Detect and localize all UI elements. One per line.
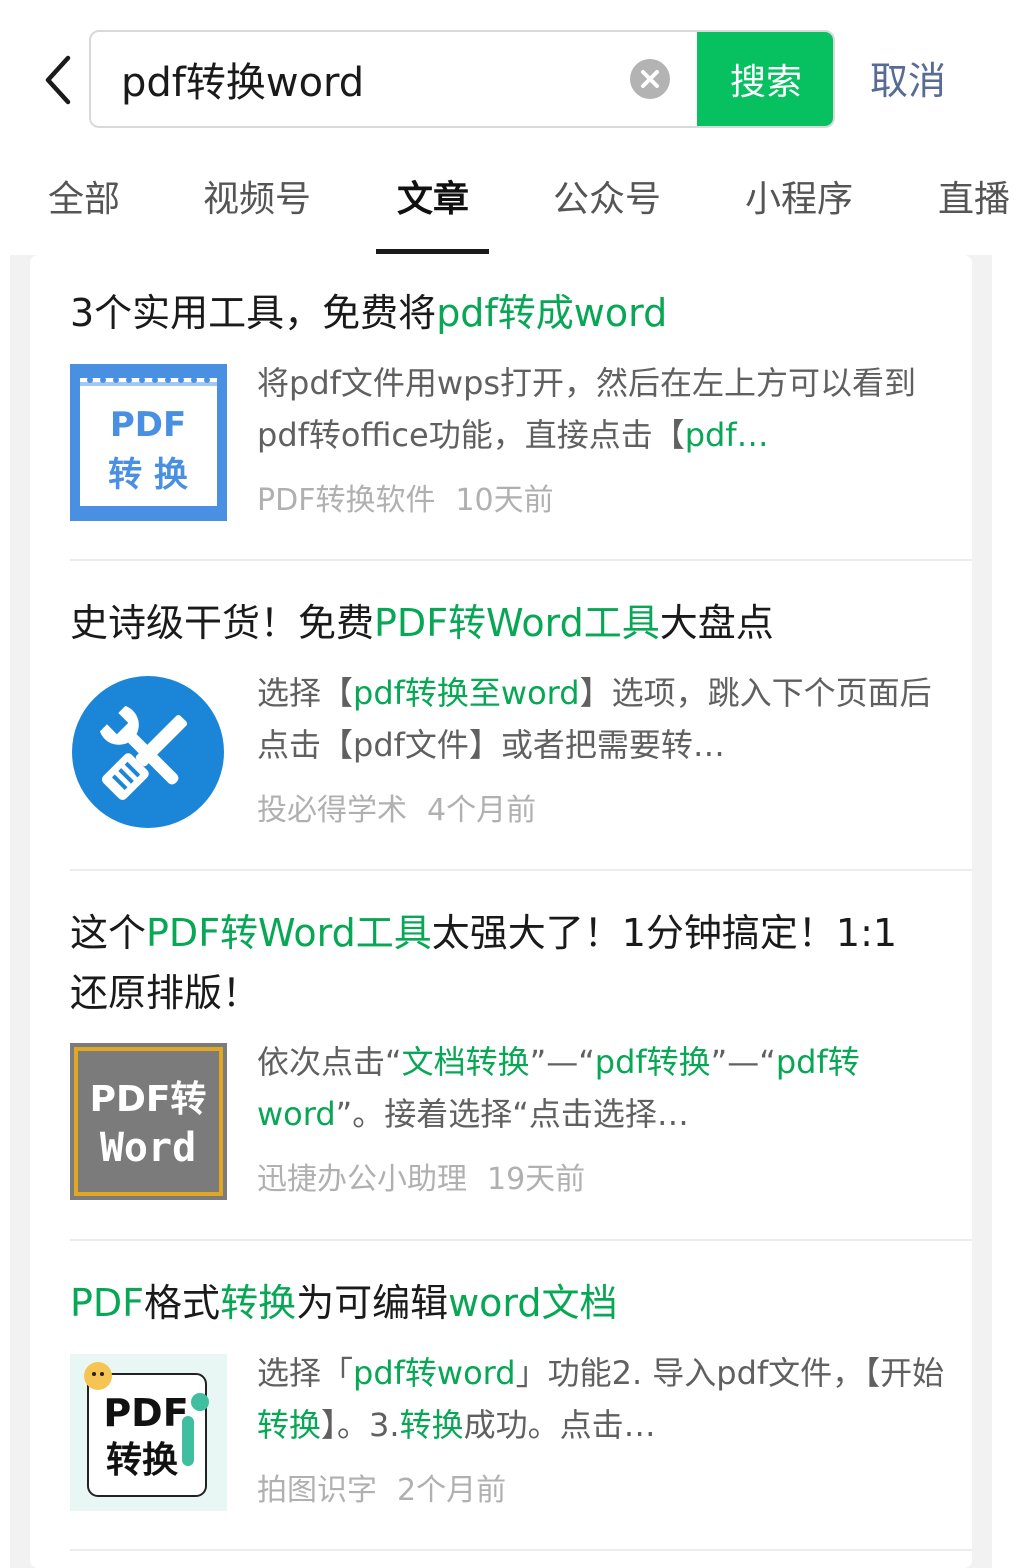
desc-text: 」功能2. 导入pdf文件，【开始 [515,1354,945,1392]
title-highlight: PDF [70,1281,145,1325]
thumb-text: 转换 [106,1440,178,1481]
active-tab-indicator [376,249,489,254]
tools-icon [72,676,224,828]
tab-official-accounts[interactable]: 公众号 [553,170,661,222]
search-input[interactable] [121,32,641,126]
search-header: 搜索 取消 [0,0,1022,150]
thumb-text: PDF [103,1391,188,1435]
pdf-to-word-thumbnail-icon: PDF转 Word [70,1043,227,1200]
title-text: 史诗级干货！免费 [70,601,375,645]
title-highlight: PDF转Word工具 [374,601,660,645]
source-name: 投必得学术 [257,793,407,828]
thumbnail: PDF转 Word [70,1043,227,1200]
desc-highlight: 转换 [399,1406,464,1444]
pdf-convert-thumbnail-icon: PDF 转 换 [70,364,227,521]
divider [70,869,972,871]
source-name: PDF转换软件 [257,483,436,518]
result-meta: PDF转换软件 10天前 [257,475,947,519]
desc-text: 选择「 [257,1354,354,1392]
thumb-text: 转 换 [108,455,188,495]
result-meta: 投必得学术 4个月前 [257,785,947,829]
result-desc: 将pdf文件用wps打开，然后在左上方可以看到pdf转office功能，直接点击… [257,357,947,461]
list-item[interactable]: 这个PDF转Word工具太强大了！1分钟搞定！1:1还原排版！ PDF转 Wor… [70,903,972,1200]
result-desc: 依次点击“文档转换”—“pdf转换”—“pdf转word”。接着选择“点击选择… [257,1036,947,1140]
title-highlight: PDF转Word工具 [146,911,432,955]
desc-text: ”—“ [529,1043,595,1081]
cancel-button[interactable]: 取消 [870,50,946,105]
desc-text: 将pdf文件用wps打开，然后在左上方可以看到pdf转office功能，直接点击… [257,364,917,454]
tab-articles[interactable]: 文章 [397,170,469,222]
divider [70,559,972,561]
result-meta: 迅捷办公小助理 19天前 [257,1154,947,1198]
timestamp: 10天前 [455,483,554,518]
source-name: 拍图识字 [257,1473,377,1508]
result-body: 选择「pdf转word」功能2. 导入pdf文件，【开始转换】。3.转换成功。点… [257,1347,947,1509]
title-highlight: 转换 [220,1281,297,1325]
tab-channels[interactable]: 视频号 [203,170,311,222]
close-icon [641,70,659,88]
clear-button[interactable] [630,59,670,99]
desc-highlight: 文档转换 [401,1043,530,1081]
category-tabs: 全部 视频号 文章 公众号 小程序 直播 [0,150,1022,255]
result-title: 史诗级干货！免费PDF转Word工具大盘点 [70,593,972,653]
list-item[interactable]: 3个实用工具，免费将pdf转成word PDF 转 换 将pdf文件用wps打开… [70,283,972,521]
title-highlight: pdf转成word [436,291,668,335]
results-list: 3个实用工具，免费将pdf转成word PDF 转 换 将pdf文件用wps打开… [30,255,972,1568]
desc-highlight: 转换 [257,1406,322,1444]
result-body: 依次点击“文档转换”—“pdf转换”—“pdf转word”。接着选择“点击选择…… [257,1036,947,1198]
title-highlight: word文档 [448,1281,618,1325]
list-item[interactable]: 史诗级干货！免费PDF转Word工具大盘点 选择【pdf转换至word】选项，跳… [70,593,972,828]
timestamp: 19天前 [487,1162,586,1197]
timestamp: 4个月前 [427,793,537,828]
result-title: PDF格式转换为可编辑word文档 [70,1273,972,1333]
search-button[interactable]: 搜索 [697,32,833,126]
thumbnail: PDF 转换 [70,1354,227,1511]
timestamp: 2个月前 [397,1473,507,1508]
divider [70,1549,972,1551]
tab-all[interactable]: 全部 [48,170,120,222]
thumb-text: PDF [110,405,186,445]
desc-text: 成功。点击… [463,1406,656,1444]
desc-text: 选择【 [257,674,354,712]
divider [70,1239,972,1241]
tab-live[interactable]: 直播 [938,170,1010,222]
title-text: 为可编辑 [296,1281,449,1325]
back-button[interactable] [36,50,86,110]
tab-mini-programs[interactable]: 小程序 [745,170,853,222]
source-name: 迅捷办公小助理 [257,1162,467,1197]
result-title: 3个实用工具，免费将pdf转成word [70,283,972,343]
title-text: 大盘点 [659,601,774,645]
desc-text: ”。接着选择“点击选择… [335,1095,689,1133]
desc-highlight: pdf转换 [594,1043,711,1081]
pdf-convert-cartoon-icon: PDF 转换 [70,1354,227,1511]
desc-text: 】。3. [321,1406,400,1444]
result-desc: 选择【pdf转换至word】选项，跳入下个页面后点击【pdf文件】或者把需要转… [257,667,947,771]
title-text: 这个 [70,911,147,955]
desc-text: ”—“ [710,1043,776,1081]
title-text: 格式 [144,1281,221,1325]
result-desc: 选择「pdf转word」功能2. 导入pdf文件，【开始转换】。3.转换成功。点… [257,1347,947,1451]
thumbnail [70,674,227,831]
result-body: 选择【pdf转换至word】选项，跳入下个页面后点击【pdf文件】或者把需要转…… [257,667,947,829]
title-text: 3个实用工具，免费将 [70,291,437,335]
desc-highlight: pdf转word [353,1354,516,1392]
chevron-left-icon [45,55,71,105]
result-meta: 拍图识字 2个月前 [257,1465,947,1509]
thumbnail: PDF 转 换 [70,364,227,521]
list-item[interactable]: PDF格式转换为可编辑word文档 PDF 转换 选择「pdf转word」功能2… [70,1273,972,1511]
desc-text: 依次点击“ [257,1043,402,1081]
desc-highlight: pdf转换至word [353,674,580,712]
search-box: 搜索 [89,30,835,128]
desc-highlight: pdf… [684,416,769,454]
thumb-text: Word [100,1125,196,1171]
thumb-text: PDF转 [90,1079,207,1120]
result-title: 这个PDF转Word工具太强大了！1分钟搞定！1:1还原排版！ [70,903,900,1023]
result-body: 将pdf文件用wps打开，然后在左上方可以看到pdf转office功能，直接点击… [257,357,947,519]
